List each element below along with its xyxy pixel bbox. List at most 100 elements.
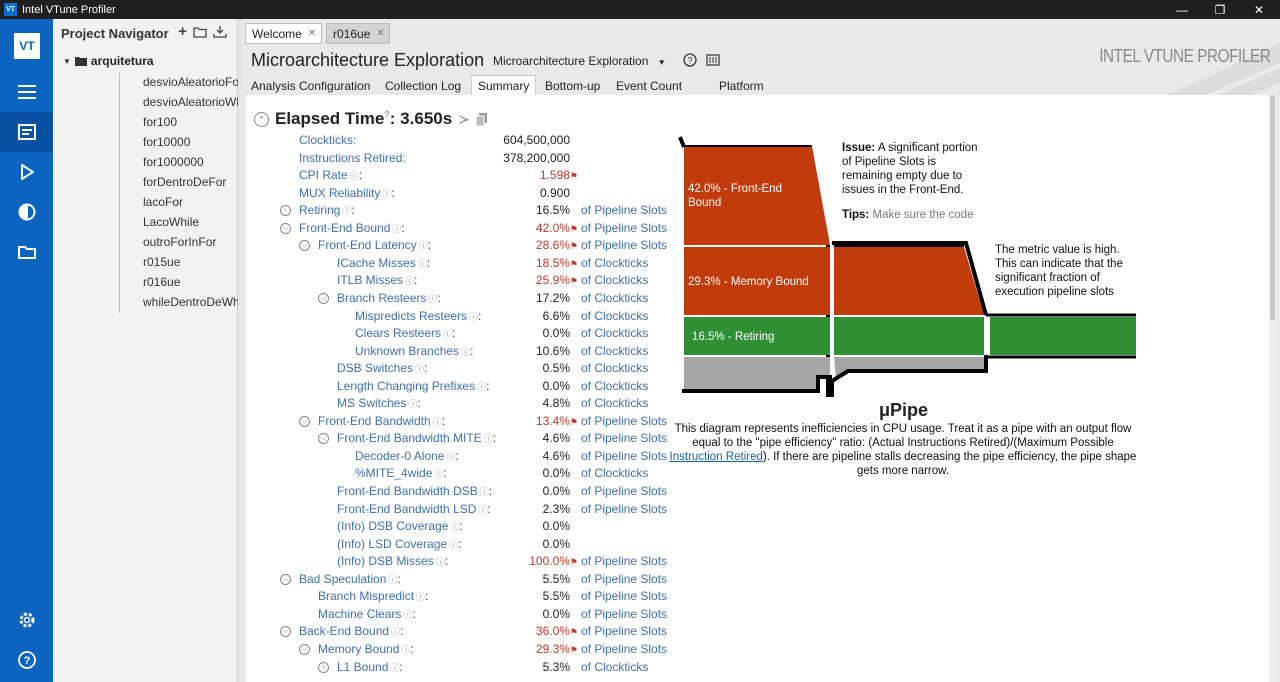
- viewpoint-selector[interactable]: Microarchitecture Exploration ▼ ?: [493, 53, 720, 68]
- metric-label[interactable]: ICache Misses ⓘ:: [337, 255, 430, 273]
- metric-row[interactable]: (Info) DSB Misses ⓘ: 100.0%⚑ of Pipeline Sl…: [246, 553, 667, 571]
- metric-row[interactable]: ICache Misses ⓘ: 18.5%⚑ of Clockticks: [246, 255, 648, 273]
- subtab-summary[interactable]: Summary: [471, 75, 537, 95]
- help-icon[interactable]: ⓘ: [477, 382, 486, 392]
- result-item[interactable]: lacoFor: [143, 195, 183, 209]
- subtab-analysis-configuration[interactable]: Analysis Configuration: [245, 77, 376, 95]
- metric-label[interactable]: Front-End Bound ⓘ:: [299, 220, 405, 238]
- metric-label[interactable]: Unknown Branches ⓘ:: [355, 343, 473, 361]
- metric-label[interactable]: (Info) DSB Coverage ⓘ:: [337, 518, 463, 536]
- result-item[interactable]: forDentroDeFor: [143, 175, 226, 189]
- project-node[interactable]: ▼ arquitetura: [63, 54, 154, 68]
- metric-label[interactable]: %MITE_4wide ⓘ:: [355, 465, 447, 483]
- minimize-button[interactable]: —: [1163, 0, 1201, 19]
- metric-row[interactable]: ⌵ Branch Resteers ⓘ: 17.2% of Clockticks: [246, 290, 648, 308]
- help-icon[interactable]: ⓘ: [405, 276, 414, 286]
- metric-row[interactable]: Front-End Bandwidth DSB ⓘ: 0.0% of Pipeline…: [246, 483, 667, 500]
- help-icon[interactable]: ⓘ: [416, 592, 425, 602]
- metric-label[interactable]: Branch Resteers ⓘ:: [337, 290, 441, 308]
- metric-row[interactable]: ⌵ Back-End Bound ⓘ: 36.0%⚑ of Pipeline Slots: [246, 623, 667, 641]
- metric-row[interactable]: ⌵ Front-End Bandwidth ⓘ: 13.4%⚑ of Pipeline …: [246, 413, 667, 431]
- result-item[interactable]: for100: [143, 115, 177, 129]
- help-icon[interactable]: ⓘ: [461, 347, 470, 357]
- subtab-collection-log[interactable]: Collection Log: [379, 77, 467, 95]
- metric-label[interactable]: Mispredicts Resteers ⓘ:: [355, 308, 481, 326]
- metric-label[interactable]: Front-End Latency ⓘ:: [318, 237, 431, 255]
- result-item[interactable]: for10000: [143, 135, 190, 149]
- metric-row[interactable]: ⌵ Memory Bound ⓘ: 29.3%⚑ of Pipeline Slots: [246, 641, 667, 658]
- metric-row[interactable]: Mispredicts Resteers ⓘ: 6.6% of Clockticks: [246, 308, 648, 326]
- instruction-retired-link[interactable]: Instruction Retired: [670, 451, 763, 463]
- metric-label[interactable]: MUX Reliability ⓘ:: [299, 185, 395, 203]
- import-icon[interactable]: [213, 25, 227, 39]
- help-icon[interactable]: ⓘ: [469, 312, 478, 322]
- collapse-icon[interactable]: ⌃: [254, 111, 269, 127]
- result-item[interactable]: whileDentroDeWhile: [143, 295, 252, 309]
- collapse-icon[interactable]: ⌵: [318, 433, 329, 445]
- metric-row[interactable]: Branch Mispredict ⓘ: 5.5% of Pipeline Slots: [246, 588, 667, 605]
- subtab-event-count[interactable]: Event Count: [610, 77, 688, 95]
- metric-label[interactable]: Instructions Retired:: [299, 150, 406, 167]
- vertical-scrollbar[interactable]: [1269, 95, 1276, 682]
- close-icon[interactable]: ✕: [376, 28, 384, 39]
- result-item[interactable]: for1000000: [143, 155, 204, 169]
- compare-results-icon[interactable]: [706, 53, 720, 67]
- tab-welcome[interactable]: Welcome ✕: [245, 23, 322, 44]
- metric-label[interactable]: Front-End Bandwidth MITE ⓘ:: [337, 430, 496, 448]
- metric-label[interactable]: (Info) DSB Misses ⓘ:: [337, 553, 448, 571]
- maximize-button[interactable]: ❐: [1201, 0, 1239, 19]
- collapse-icon[interactable]: ⌵: [299, 643, 310, 655]
- settings-icon[interactable]: [0, 600, 53, 640]
- compare-icon[interactable]: [0, 192, 53, 232]
- expand-icon[interactable]: ›: [318, 661, 329, 673]
- metric-row[interactable]: Unknown Branches ⓘ: 10.6% of Clockticks: [246, 343, 648, 361]
- metric-label[interactable]: Bad Speculation ⓘ:: [299, 571, 401, 589]
- metric-label[interactable]: L1 Bound ⓘ:: [337, 659, 403, 677]
- metric-label[interactable]: Clears Resteers ⓘ:: [355, 325, 455, 343]
- metric-row[interactable]: DSB Switches ⓘ: 0.5% of Clockticks: [246, 360, 648, 378]
- metric-label[interactable]: Clockticks:: [299, 132, 356, 149]
- metric-label[interactable]: MS Switches ⓘ:: [337, 395, 421, 413]
- metric-row[interactable]: ITLB Misses ⓘ: 25.9%⚑ of Clockticks: [246, 272, 648, 289]
- metric-label[interactable]: Retiring ⓘ:: [299, 202, 355, 220]
- metric-label[interactable]: Front-End Bandwidth ⓘ:: [318, 413, 445, 431]
- expand-arrow-icon[interactable]: ▼: [63, 57, 71, 66]
- metric-label[interactable]: DSB Switches ⓘ:: [337, 360, 427, 378]
- metric-label[interactable]: Decoder-0 Alone ⓘ:: [355, 448, 459, 466]
- metric-row[interactable]: ⌵ Front-End Bound ⓘ: 42.0%⚑ of Pipeline Slot…: [246, 220, 667, 238]
- help-icon[interactable]: ⓘ: [449, 540, 458, 550]
- metric-label[interactable]: CPI Rate ⓘ:: [299, 167, 362, 185]
- metric-row[interactable]: (Info) LSD Coverage ⓘ: 0.0%: [246, 536, 576, 553]
- result-item[interactable]: r016ue: [143, 275, 180, 289]
- result-item[interactable]: desvioAleatorioFor: [143, 75, 243, 89]
- menu-icon[interactable]: [0, 72, 53, 112]
- metric-row[interactable]: Machine Clears ⓘ: 0.0% of Pipeline Slots: [246, 606, 667, 623]
- collapse-icon[interactable]: ⌵: [318, 292, 329, 304]
- help-icon[interactable]: ⓘ: [436, 557, 445, 567]
- metric-label[interactable]: Length Changing Prefixes ⓘ:: [337, 378, 489, 396]
- help-icon[interactable]: ⓘ: [433, 417, 442, 427]
- add-icon[interactable]: +: [178, 24, 187, 39]
- metric-row[interactable]: (Info) DSB Coverage ⓘ: 0.0%: [246, 518, 576, 535]
- help-icon[interactable]: ⓘ: [480, 487, 489, 497]
- close-button[interactable]: ✕: [1240, 0, 1278, 19]
- subtab-bottom-up[interactable]: Bottom-up: [539, 77, 606, 95]
- metric-row[interactable]: ⌵ Front-End Latency ⓘ: 28.6%⚑ of Pipeline Sl…: [246, 237, 667, 255]
- metric-label[interactable]: Back-End Bound ⓘ:: [299, 623, 403, 641]
- metric-row[interactable]: Front-End Bandwidth LSD ⓘ: 2.3% of Pipeline…: [246, 501, 667, 518]
- metric-row[interactable]: ⌵ Front-End Bandwidth MITE ⓘ: 4.6% of Pipeli…: [246, 430, 667, 448]
- folder-icon[interactable]: [0, 232, 53, 272]
- result-item[interactable]: LacoWhile: [143, 215, 199, 229]
- help-icon[interactable]: ⓘ: [443, 329, 452, 339]
- subtab-platform[interactable]: Platform: [713, 77, 770, 95]
- metric-row[interactable]: Decoder-0 Alone ⓘ: 4.6% of Pipeline Slots: [246, 448, 667, 466]
- open-folder-icon[interactable]: [193, 25, 207, 39]
- help-circle-icon[interactable]: ?: [683, 53, 697, 67]
- metric-row[interactable]: Instructions Retired: 378,200,000: [246, 150, 576, 167]
- help-icon[interactable]: ⓘ: [415, 364, 424, 374]
- run-icon[interactable]: [0, 152, 53, 192]
- metric-row[interactable]: Length Changing Prefixes ⓘ: 0.0% of Clockti…: [246, 378, 648, 396]
- copy-icon[interactable]: [475, 112, 488, 126]
- help-icon[interactable]: ⓘ: [484, 434, 493, 444]
- metric-row[interactable]: › Retiring ⓘ: 16.5% of Pipeline Slots: [246, 202, 667, 220]
